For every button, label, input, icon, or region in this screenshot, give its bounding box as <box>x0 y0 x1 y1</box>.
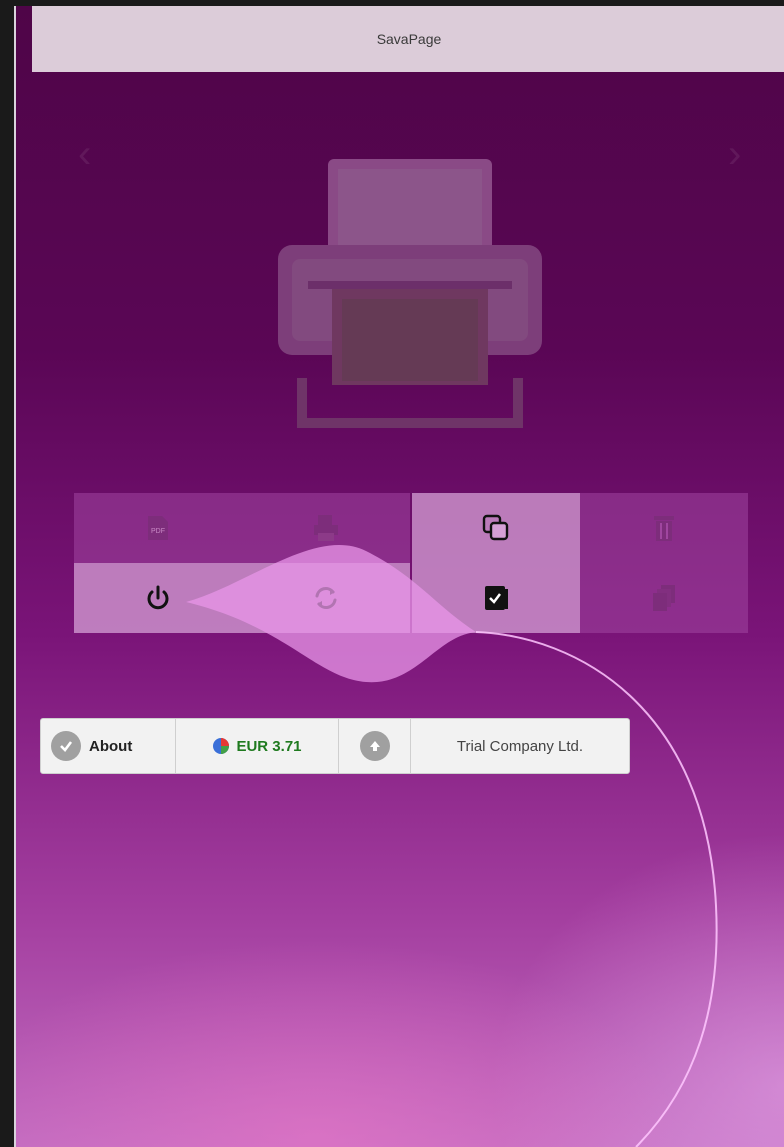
power-icon <box>147 585 169 610</box>
check-circle-icon <box>51 731 81 761</box>
about-button[interactable]: About <box>41 719 176 773</box>
tile-select[interactable] <box>412 563 580 633</box>
action-tile-grid: PDF <box>74 493 748 633</box>
carousel-prev-arrow[interactable]: ‹ <box>78 134 91 174</box>
status-bar: About EUR 3.71 Trial Company Ltd. <box>40 718 630 774</box>
arrow-up-circle-icon <box>359 731 390 761</box>
tile-refresh[interactable] <box>242 563 410 633</box>
balance-button[interactable]: EUR 3.71 <box>176 719 339 773</box>
about-label: About <box>89 737 133 755</box>
tile-pages[interactable] <box>580 563 748 633</box>
pdf-icon: PDF <box>148 516 168 540</box>
upload-button[interactable] <box>339 719 411 773</box>
svg-text:PDF: PDF <box>151 528 165 535</box>
app-header: SavaPage <box>32 6 784 72</box>
pages-icon <box>653 585 675 611</box>
balance-label: EUR 3.71 <box>236 737 302 755</box>
tile-pdf[interactable]: PDF <box>74 493 242 563</box>
carousel-next-arrow[interactable]: › <box>728 134 741 174</box>
company-button[interactable]: Trial Company Ltd. <box>411 719 629 773</box>
trash-icon <box>654 516 674 541</box>
pie-chart-icon <box>213 738 230 754</box>
tile-logout[interactable] <box>74 563 242 633</box>
app-frame: SavaPage ‹ › PDF About EUR 3.71 Trial Co… <box>14 6 784 1147</box>
tile-print[interactable] <box>242 493 410 563</box>
printer-icon <box>278 159 542 428</box>
copy-icon <box>482 514 509 541</box>
checkbox-icon <box>485 586 508 610</box>
company-label: Trial Company Ltd. <box>456 737 584 755</box>
tile-copy[interactable] <box>412 493 580 563</box>
tile-delete[interactable] <box>580 493 748 563</box>
refresh-icon <box>315 587 337 609</box>
print-icon <box>314 515 338 541</box>
app-title: SavaPage <box>376 31 442 47</box>
